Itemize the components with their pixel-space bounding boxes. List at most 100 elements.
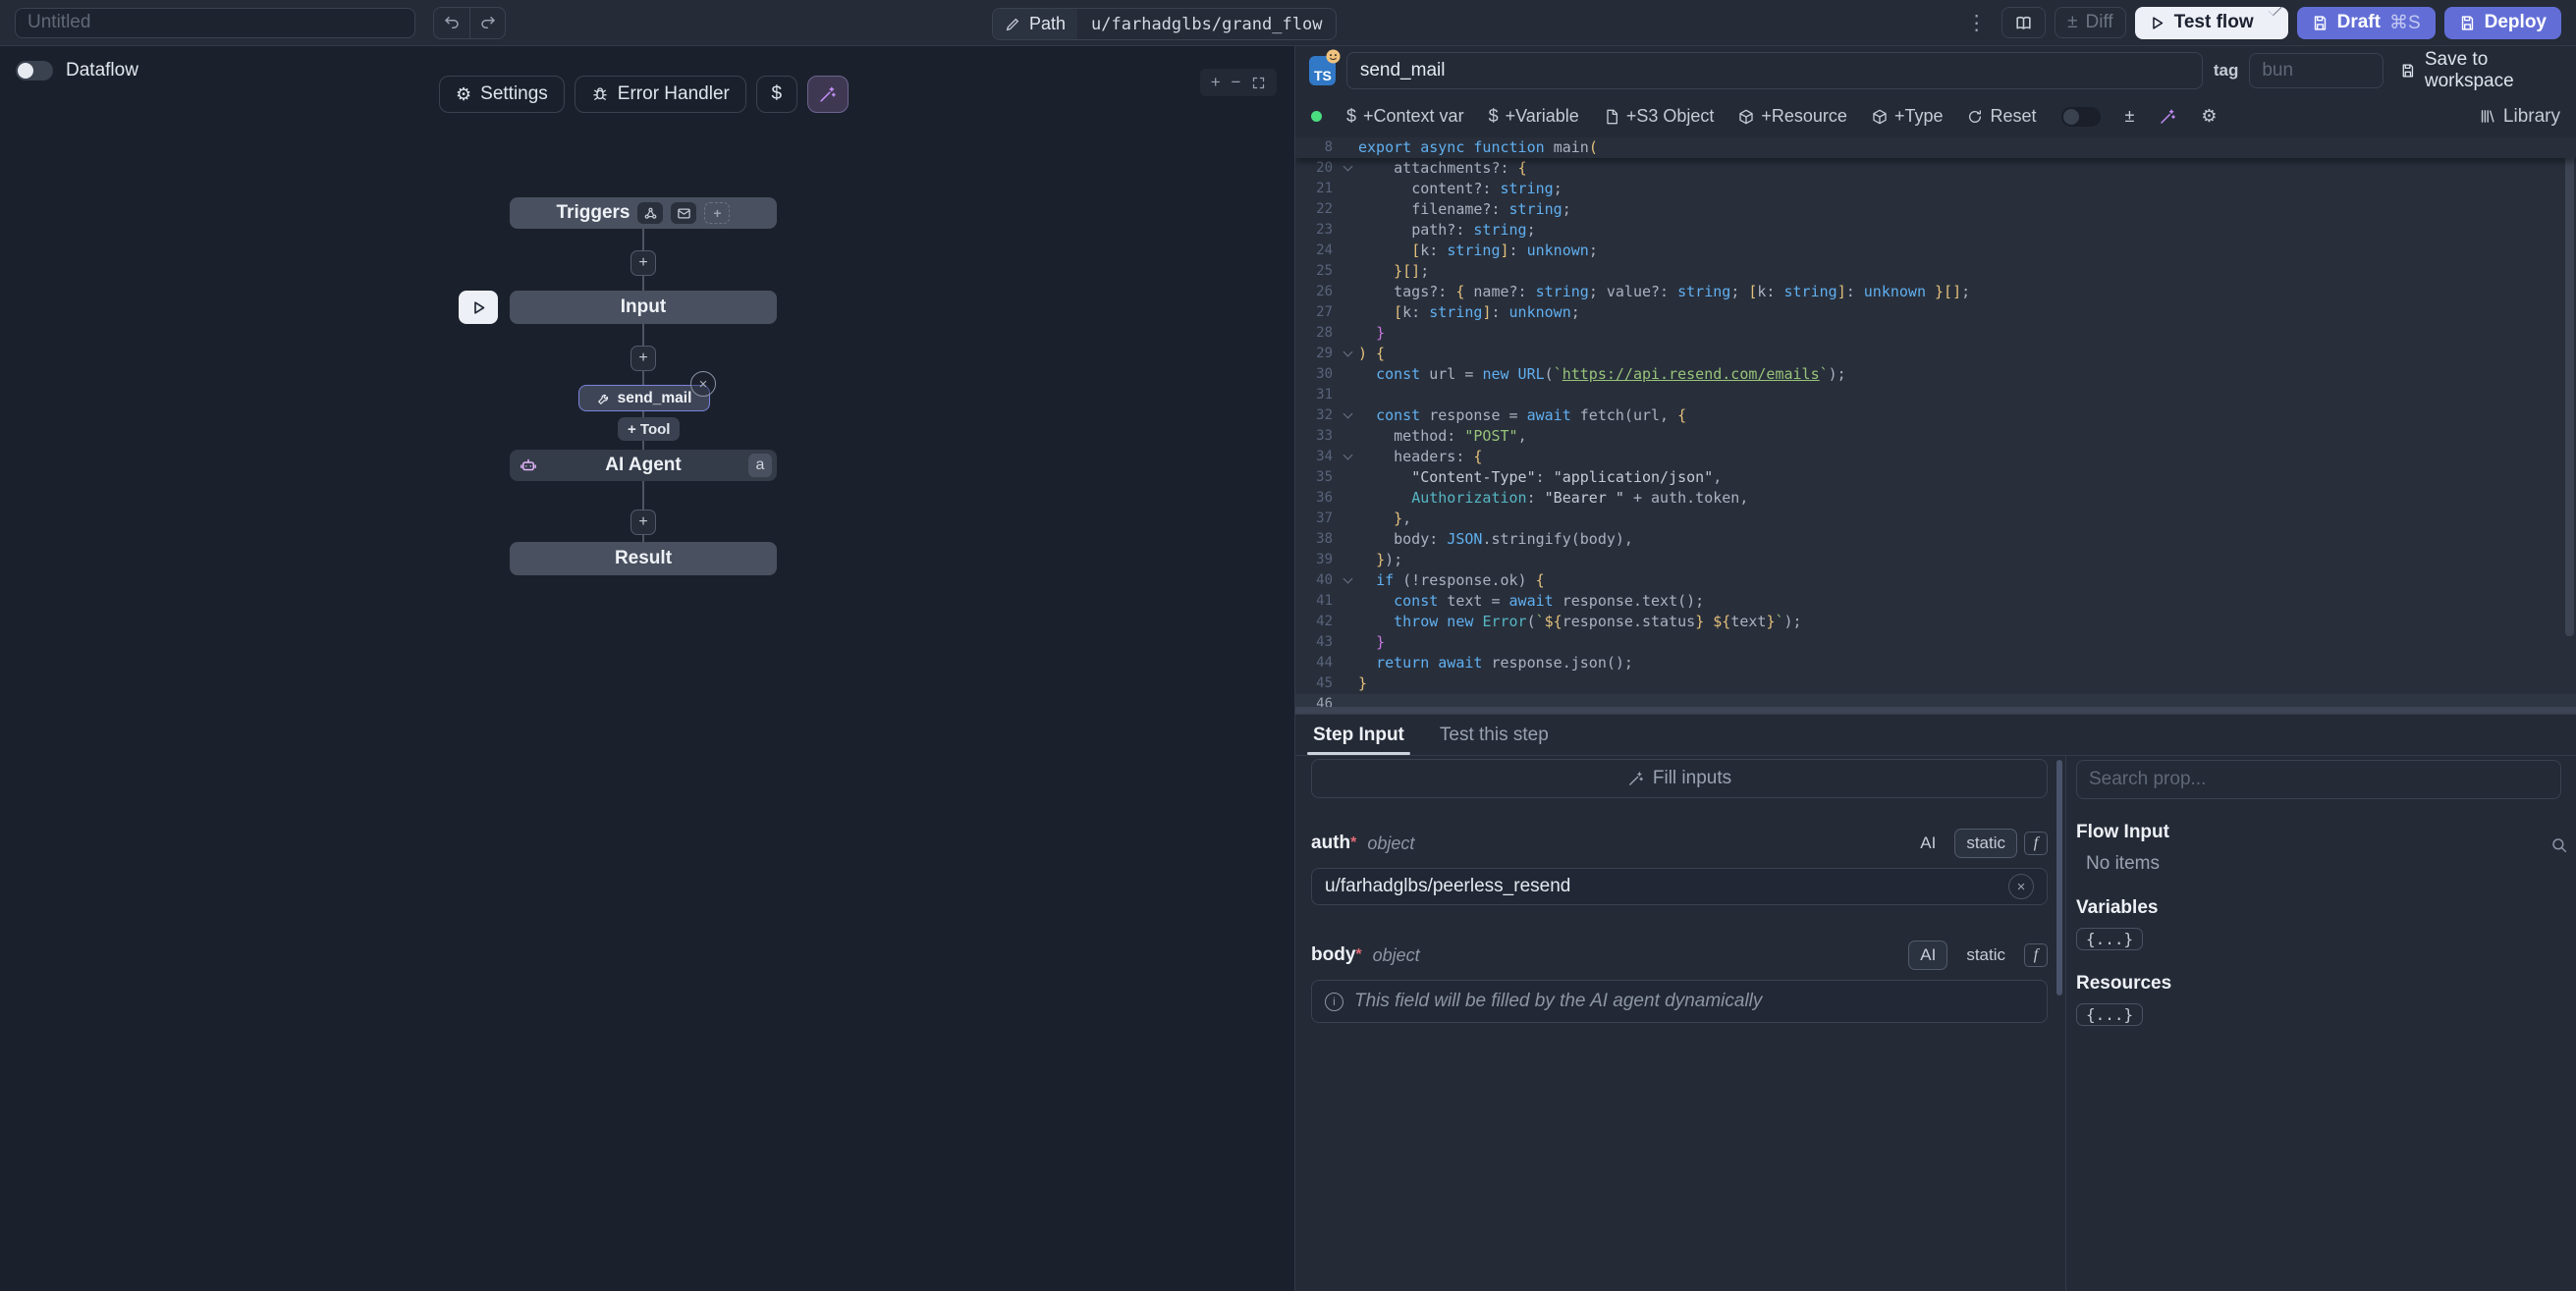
vertical-scrollbar[interactable] [2565,145,2574,636]
code-line[interactable]: 42 throw new Error(`${response.status} $… [1295,612,2576,632]
auth-expression-button[interactable]: f [2024,832,2048,855]
redo-button[interactable] [469,8,505,38]
fold-chevron-icon[interactable] [1337,405,1358,426]
path-button[interactable]: Path u/farhadglbs/grand_flow [992,8,1337,40]
webhook-trigger-button[interactable] [637,202,663,224]
tab-step-input[interactable]: Step Input [1313,715,1404,755]
code-line[interactable]: 8export async function main( [1295,137,2576,158]
body-ai-mode-button[interactable]: AI [1908,941,1947,970]
clear-auth-button[interactable]: × [2008,874,2034,899]
code-line[interactable]: 22 filename?: string; [1295,199,2576,220]
search-icon[interactable] [2550,836,2568,854]
error-handler-button[interactable]: Error Handler [575,76,746,113]
code-line[interactable]: 39 }); [1295,550,2576,570]
add-type-button[interactable]: +Type [1872,106,1944,127]
variables-object-badge[interactable]: {...} [2076,928,2143,950]
draft-button[interactable]: Draft ⌘S [2297,7,2436,39]
remove-tool-button[interactable]: × [690,371,716,397]
ai-builder-button[interactable] [807,76,849,113]
ai-edit-button[interactable] [2159,108,2176,126]
body-static-mode-button[interactable]: static [1954,941,2017,970]
dataflow-toggle[interactable] [16,61,53,81]
fold-chevron-icon[interactable] [1337,447,1358,467]
code-line[interactable]: 40 if (!response.ok) { [1295,570,2576,591]
tag-input[interactable]: bun [2249,53,2384,88]
diff-mode-button[interactable]: ± [2125,106,2135,127]
code-line[interactable]: 37 }, [1295,509,2576,529]
horizontal-scrollbar[interactable] [1295,707,2576,714]
code-line[interactable]: 43 } [1295,632,2576,653]
code-line[interactable]: 36 Authorization: "Bearer " + auth.token… [1295,488,2576,509]
code-line[interactable]: 33 method: "POST", [1295,426,2576,447]
add-resource-button[interactable]: +Resource [1738,106,1847,127]
code-line[interactable]: 29) { [1295,344,2576,364]
auth-ai-mode-button[interactable]: AI [1908,829,1947,858]
email-trigger-button[interactable] [671,202,696,224]
test-flow-dropdown-button[interactable] [2268,7,2287,16]
zoom-in-button[interactable]: + [1211,73,1221,92]
insert-step-button[interactable]: + [630,346,656,371]
node-triggers[interactable]: Triggers + [510,197,777,229]
save-to-workspace-button[interactable]: Save to workspace [2394,49,2562,92]
reset-button[interactable]: Reset [1967,106,2036,127]
library-button[interactable]: Library [2479,106,2560,128]
fold-chevron-icon[interactable] [1337,344,1358,364]
step-name-input[interactable]: send_mail [1346,52,2203,89]
add-tool-button[interactable]: + Tool [618,417,680,441]
code-line[interactable]: 34 headers: { [1295,447,2576,467]
deploy-button[interactable]: Deploy [2444,7,2561,39]
code-line[interactable]: 24 [k: string]: unknown; [1295,241,2576,261]
add-trigger-button[interactable]: + [704,202,730,224]
insert-step-button[interactable]: + [630,510,656,535]
undo-button[interactable] [434,8,469,38]
worker-group-button[interactable]: $ [756,76,797,113]
fold-chevron-icon[interactable] [1337,158,1358,179]
add-s3-object-button[interactable]: +S3 Object [1604,106,1715,127]
add-context-var-button[interactable]: $ +Context var [1346,106,1464,127]
editor-settings-button[interactable]: ⚙ [2201,106,2217,127]
code-line[interactable]: 31 [1295,385,2576,405]
code-line[interactable]: 35 "Content-Type": "application/json", [1295,467,2576,488]
code-line[interactable]: 28 } [1295,323,2576,344]
code-line[interactable]: 30 const url = new URL(`https://api.rese… [1295,364,2576,385]
code-line[interactable]: 20 attachments?: { [1295,158,2576,179]
auth-static-mode-button[interactable]: static [1954,829,2017,858]
tab-test-this-step[interactable]: Test this step [1440,715,1549,755]
zoom-out-button[interactable]: − [1232,73,1241,92]
resources-object-badge[interactable]: {...} [2076,1003,2143,1026]
code-line[interactable]: 23 path?: string; [1295,220,2576,241]
flow-name-input[interactable]: Untitled [15,8,415,38]
more-menu-button[interactable]: ⋮ [1960,11,1993,35]
magic-wand-icon [818,85,837,104]
code-line[interactable]: 41 const text = await response.text(); [1295,591,2576,612]
flow-canvas[interactable]: Dataflow ⚙ Settings Error Handler $ + − [0,46,1294,1291]
docs-button[interactable] [2001,7,2046,38]
code-line[interactable]: 25 }[]; [1295,261,2576,282]
run-input-button[interactable] [459,291,498,324]
node-input[interactable]: Input [510,291,777,324]
fit-view-button[interactable] [1251,76,1266,90]
code-line[interactable]: 21 content?: string; [1295,179,2576,199]
node-result[interactable]: Result [510,542,777,575]
node-send-mail[interactable]: send_mail [578,385,710,411]
code-line[interactable]: 32 const response = await fetch(url, { [1295,405,2576,426]
code-line[interactable]: 45} [1295,673,2576,694]
body-expression-button[interactable]: f [2024,943,2048,967]
insert-step-button[interactable]: + [630,250,656,276]
add-variable-button[interactable]: $ +Variable [1489,106,1579,127]
auth-value-input[interactable]: u/farhadglbs/peerless_resend × [1311,868,2048,905]
diff-button[interactable]: ± Diff [2055,7,2126,38]
test-flow-button[interactable]: Test flow [2135,7,2268,39]
settings-button[interactable]: ⚙ Settings [439,76,565,113]
prop-search-input[interactable]: Search prop... [2076,760,2561,799]
code-line[interactable]: 44 return await response.json(); [1295,653,2576,673]
fold-chevron-icon[interactable] [1337,570,1358,591]
fill-inputs-button[interactable]: Fill inputs [1311,759,2048,798]
code-editor[interactable]: 8export async function main(20 attachmen… [1295,137,2576,715]
code-line[interactable]: 27 [k: string]: unknown; [1295,302,2576,323]
code-line[interactable]: 38 body: JSON.stringify(body), [1295,529,2576,550]
node-ai-agent[interactable]: AI Agent a [510,450,777,481]
form-scrollbar[interactable] [2056,760,2062,995]
assistant-toggle[interactable] [2061,107,2101,127]
code-line[interactable]: 26 tags?: { name?: string; value?: strin… [1295,282,2576,302]
